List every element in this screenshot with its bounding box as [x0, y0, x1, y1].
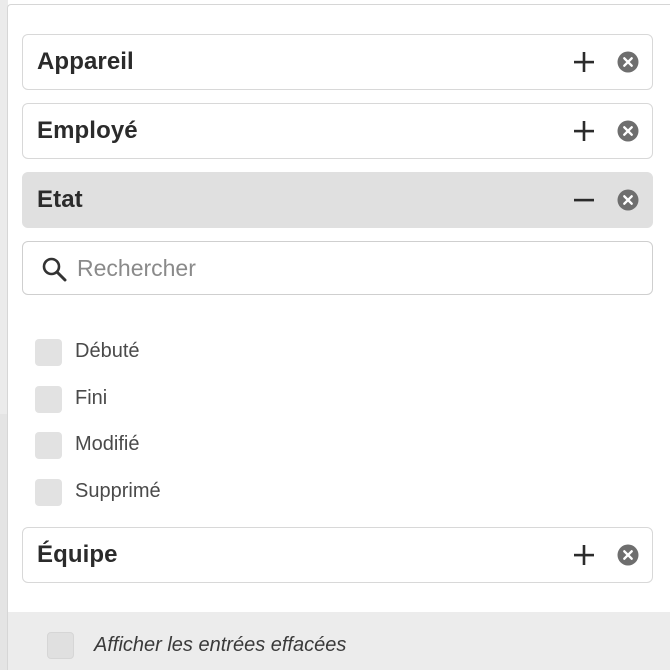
option-label: Supprimé: [75, 480, 161, 502]
close-circle-icon[interactable]: [617, 189, 639, 211]
close-circle-icon[interactable]: [617, 120, 639, 142]
filter-label: Appareil: [37, 48, 134, 75]
show-deleted-label[interactable]: Afficher les entrées effacées: [94, 634, 346, 657]
search-icon: [42, 257, 67, 282]
option-fini[interactable]: Fini: [35, 384, 335, 414]
plus-icon[interactable]: [572, 50, 596, 74]
filter-equipe[interactable]: Équipe: [22, 527, 653, 583]
option-supprime[interactable]: Supprimé: [35, 477, 335, 507]
filter-label: Employé: [37, 117, 138, 144]
checkbox[interactable]: [35, 339, 62, 366]
filter-etat[interactable]: Etat: [22, 172, 653, 228]
checkbox[interactable]: [35, 479, 62, 506]
checkbox[interactable]: [35, 432, 62, 459]
footer: Afficher les entrées effacées: [8, 612, 670, 670]
checkbox[interactable]: [35, 386, 62, 413]
filter-appareil[interactable]: Appareil: [22, 34, 653, 90]
option-label: Modifié: [75, 433, 140, 455]
option-modifie[interactable]: Modifié: [35, 430, 335, 460]
filter-label: Équipe: [37, 541, 118, 568]
search-input[interactable]: [77, 242, 637, 294]
filter-employe[interactable]: Employé: [22, 103, 653, 159]
close-circle-icon[interactable]: [617, 544, 639, 566]
plus-icon[interactable]: [572, 119, 596, 143]
filter-label: Etat: [37, 186, 83, 213]
plus-icon[interactable]: [572, 543, 596, 567]
option-debute[interactable]: Débuté: [35, 337, 335, 367]
close-circle-icon[interactable]: [617, 51, 639, 73]
search-box: [22, 241, 653, 295]
option-label: Débuté: [75, 340, 140, 362]
option-label: Fini: [75, 387, 108, 409]
minus-icon[interactable]: [572, 188, 596, 212]
show-deleted-checkbox[interactable]: [47, 632, 74, 659]
